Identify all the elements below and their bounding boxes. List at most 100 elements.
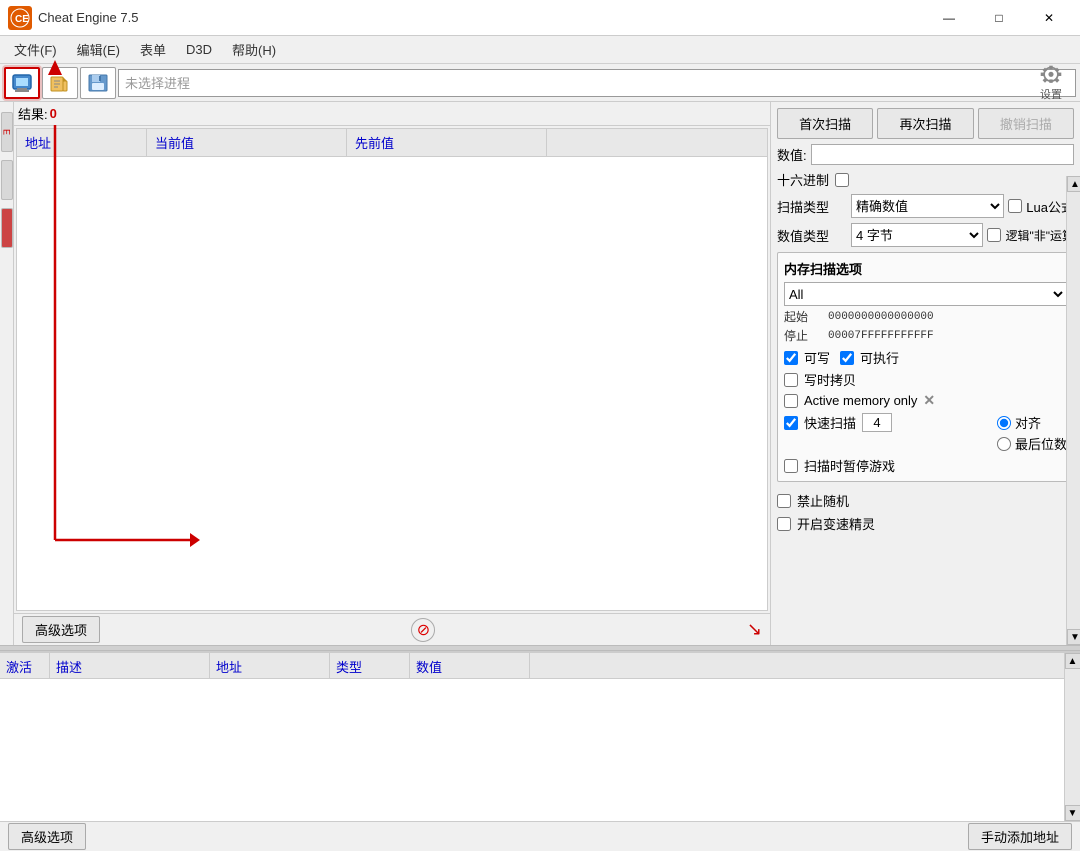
results-count-label: 结果:	[18, 104, 48, 123]
select-process-button[interactable]	[4, 67, 40, 99]
align-radio-row: 对齐	[997, 413, 1067, 432]
scan-buttons: 首次扫描 再次扫描 撤销扫描	[777, 108, 1074, 139]
lastbit-radio-row: 最后位数	[997, 434, 1067, 453]
alignment-radio-group: 对齐 最后位数	[997, 413, 1067, 453]
fast-scan-row: 快速扫描	[784, 413, 981, 432]
close-button[interactable]: ✕	[1026, 3, 1072, 33]
col-value: 数值	[410, 653, 530, 680]
save-file-button[interactable]	[80, 67, 116, 99]
pause-game-checkbox[interactable]	[784, 459, 798, 473]
stop-value: 00007FFFFFFFFFFF	[828, 330, 934, 342]
advanced-options-button[interactable]: 高级选项	[8, 823, 86, 850]
view-memory-button[interactable]: 高级选项	[22, 616, 100, 643]
scan-type-row: 扫描类型 精确数值 模糊扫描 Lua公式	[777, 194, 1074, 218]
menu-d3d[interactable]: D3D	[176, 39, 222, 60]
settings-button[interactable]: 设置	[1022, 64, 1080, 102]
col-current: 当前值	[147, 129, 347, 156]
bottom-footer: 高级选项 手动添加地址	[0, 821, 1080, 851]
speedhack-label: 开启变速精灵	[797, 514, 875, 533]
window-title: Cheat Engine 7.5	[38, 10, 926, 25]
col-desc: 描述	[50, 653, 210, 680]
toolbar: 未选择进程 设置	[0, 64, 1080, 102]
col-previous: 先前值	[347, 129, 547, 156]
stop-label: 停止	[784, 327, 824, 344]
scroll-track	[1067, 192, 1080, 629]
minimize-button[interactable]: —	[926, 3, 972, 33]
add-address-button[interactable]: 手动添加地址	[968, 823, 1072, 850]
titlebar: CE Cheat Engine 7.5 — □ ✕	[0, 0, 1080, 36]
lua-formula-checkbox[interactable]	[1008, 199, 1022, 213]
value-input[interactable]	[811, 144, 1074, 165]
executable-checkbox[interactable]	[840, 351, 854, 365]
memory-scan-section: 内存扫描选项 All 起始 0000000000000000 停止 00007F…	[777, 252, 1074, 482]
value-row: 数值:	[777, 144, 1074, 165]
first-scan-button[interactable]: 首次扫描	[777, 108, 873, 139]
disable-random-checkbox[interactable]	[777, 494, 791, 508]
scroll-down[interactable]: ▼	[1067, 629, 1080, 645]
start-label: 起始	[784, 308, 824, 325]
center-bottom: 高级选项 ⊘ ↘	[14, 613, 770, 645]
active-memory-checkbox[interactable]	[784, 394, 798, 408]
svg-text:CE: CE	[15, 14, 29, 25]
start-addr-row: 起始 0000000000000000	[784, 308, 1067, 325]
col-type: 类型	[330, 653, 410, 680]
undo-scan-button[interactable]: 撤销扫描	[978, 108, 1074, 139]
left-sidebar: E	[0, 102, 14, 645]
logic-not-checkbox[interactable]	[987, 228, 1001, 242]
menu-table[interactable]: 表单	[130, 37, 176, 62]
scroll-up[interactable]: ▲	[1067, 176, 1080, 192]
hex-row: 十六进制	[777, 170, 1074, 189]
window-controls: — □ ✕	[926, 3, 1072, 33]
lastbit-radio[interactable]	[997, 437, 1011, 451]
sidebar-btn-2[interactable]	[1, 160, 13, 200]
maximize-button[interactable]: □	[976, 3, 1022, 33]
settings-label: 设置	[1040, 86, 1062, 102]
scan-panel: 首次扫描 再次扫描 撤销扫描 数值: 十六进制 扫描类型	[770, 102, 1080, 645]
pause-game-label: 扫描时暂停游戏	[804, 456, 895, 475]
bottom-table-content[interactable]	[0, 679, 1080, 821]
bottom-scroll-up[interactable]: ▲	[1065, 653, 1080, 669]
value-type-row: 数值类型 4 字节 2 字节 8 字节 逻辑"非"运算	[777, 223, 1074, 247]
menu-help[interactable]: 帮助(H)	[222, 37, 286, 62]
menu-file[interactable]: 文件(F)	[4, 37, 67, 62]
address-list[interactable]: 地址 当前值 先前值	[16, 128, 768, 611]
open-file-button[interactable]	[42, 67, 78, 99]
writable-checkbox[interactable]	[784, 351, 798, 365]
align-radio[interactable]	[997, 416, 1011, 430]
scan-type-select[interactable]: 精确数值 模糊扫描	[851, 194, 1004, 218]
clear-list-button[interactable]: ⊘	[411, 618, 435, 642]
sidebar-btn-e[interactable]: E	[1, 112, 13, 152]
active-memory-close[interactable]: ✕	[923, 392, 935, 409]
copy-on-write-label: 写时拷贝	[804, 370, 856, 389]
results-count: 0	[50, 106, 57, 121]
copy-on-write-row: 写时拷贝	[784, 370, 1067, 389]
executable-checkbox-row: 可执行	[840, 348, 899, 367]
active-memory-row: Active memory only ✕	[784, 392, 1067, 409]
col-address: 地址	[17, 129, 147, 156]
memory-option-select[interactable]: All	[784, 282, 1067, 306]
pause-game-row: 扫描时暂停游戏	[784, 456, 1067, 475]
sidebar-btn-3[interactable]	[1, 208, 13, 248]
active-memory-label: Active memory only	[804, 393, 917, 408]
bottom-right-scrollbar: ▲ ▼	[1064, 653, 1080, 821]
bottom-scroll-down[interactable]: ▼	[1065, 805, 1080, 821]
next-scan-button[interactable]: 再次扫描	[877, 108, 973, 139]
process-placeholder: 未选择进程	[125, 73, 190, 92]
executable-label: 可执行	[860, 348, 899, 367]
hex-checkbox[interactable]	[835, 173, 849, 187]
speedhack-checkbox[interactable]	[777, 517, 791, 531]
bottom-table-header: 激活 描述 地址 类型 数值	[0, 653, 1080, 679]
disable-random-label: 禁止随机	[797, 491, 849, 510]
menu-edit[interactable]: 编辑(E)	[67, 37, 130, 62]
copy-on-write-checkbox[interactable]	[784, 373, 798, 387]
stop-addr-row: 停止 00007FFFFFFFFFFF	[784, 327, 1067, 344]
fast-scan-checkbox[interactable]	[784, 416, 798, 430]
expand-arrow[interactable]: ↘	[747, 619, 762, 640]
col-active: 激活	[0, 653, 50, 680]
value-type-select[interactable]: 4 字节 2 字节 8 字节	[851, 223, 983, 247]
app-icon: CE	[8, 6, 32, 30]
process-bar[interactable]: 未选择进程	[118, 69, 1076, 97]
menubar: 文件(F) 编辑(E) 表单 D3D 帮助(H)	[0, 36, 1080, 64]
memory-scan-title: 内存扫描选项	[784, 259, 1067, 278]
fast-scan-value-input[interactable]	[862, 413, 892, 432]
